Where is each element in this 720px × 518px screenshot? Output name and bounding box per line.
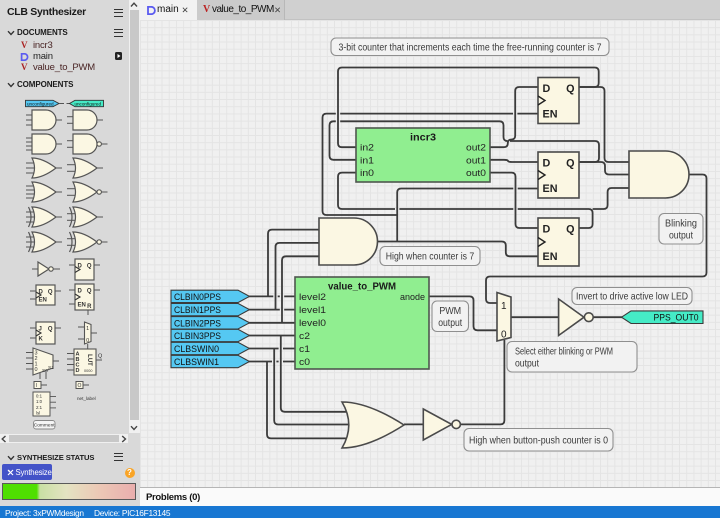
svg-text:D: D — [78, 289, 83, 295]
svg-text:in0: in0 — [360, 168, 374, 178]
svg-text:Q: Q — [87, 264, 92, 270]
svg-text:0: 0 — [86, 338, 89, 344]
svg-text:in1: in1 — [360, 155, 374, 165]
svg-text:output: output — [438, 318, 462, 329]
svg-text:I: I — [36, 383, 37, 389]
svg-text:CLBIN2PPS: CLBIN2PPS — [174, 318, 221, 328]
svg-text:1:0: 1:0 — [36, 399, 43, 404]
svg-text:PWM: PWM — [439, 306, 461, 317]
svg-text:K: K — [39, 337, 44, 343]
svg-text:c2: c2 — [299, 331, 310, 341]
svg-text:Q: Q — [87, 289, 92, 295]
svg-text:CLBIN0PPS: CLBIN0PPS — [174, 292, 221, 302]
svg-text:CLBIN1PPS: CLBIN1PPS — [174, 305, 221, 315]
svg-text:out0: out0 — [466, 168, 486, 178]
svg-text:Q: Q — [566, 158, 574, 170]
svg-text:3-bit counter that increments: 3-bit counter that increments each time … — [339, 42, 602, 53]
svg-text:Q: Q — [566, 83, 574, 95]
svg-text:unconfigured: unconfigured — [27, 102, 54, 107]
svg-text:Invert to drive active low LED: Invert to drive active low LED — [576, 292, 688, 303]
svg-text:EN: EN — [543, 109, 558, 121]
svg-text:Blinking: Blinking — [665, 218, 697, 229]
svg-text:level2: level2 — [299, 292, 326, 302]
svg-text:0000: 0000 — [84, 369, 92, 373]
svg-text:unconfigured: unconfigured — [74, 102, 101, 107]
svg-text:0: 0 — [501, 330, 507, 341]
svg-text:CLBSWIN0: CLBSWIN0 — [174, 344, 219, 354]
svg-text:net_label: net_label — [77, 396, 96, 401]
svg-text:1: 1 — [86, 326, 89, 332]
svg-text:O: O — [78, 383, 82, 389]
svg-text:S1: S1 — [48, 365, 54, 371]
svg-text:LUT: LUT — [86, 354, 92, 366]
svg-text:lsl: lsl — [36, 411, 40, 416]
svg-text:D: D — [76, 368, 80, 374]
svg-text:out2: out2 — [466, 143, 486, 153]
svg-text:output: output — [669, 230, 693, 241]
svg-text:Q: Q — [48, 290, 53, 296]
svg-text:CLBIN3PPS: CLBIN3PPS — [174, 331, 221, 341]
svg-text:value_to_PWM: value_to_PWM — [328, 281, 396, 293]
svg-text:0: 0 — [35, 367, 38, 373]
svg-text:PPS_OUT0: PPS_OUT0 — [654, 313, 699, 323]
svg-text:Q: Q — [98, 354, 103, 360]
svg-text:D: D — [543, 224, 551, 236]
svg-text:High when counter is 7: High when counter is 7 — [386, 252, 475, 263]
svg-text:1: 1 — [501, 301, 507, 312]
svg-text:EN: EN — [78, 303, 86, 309]
svg-text:2:1: 2:1 — [36, 405, 43, 410]
svg-text:Comment: Comment — [34, 423, 55, 429]
svg-text:level1: level1 — [299, 305, 326, 315]
svg-text:output: output — [515, 358, 539, 369]
svg-text:level0: level0 — [299, 318, 326, 328]
svg-text:EN: EN — [543, 183, 558, 195]
svg-text:R: R — [87, 304, 92, 310]
svg-text:c0: c0 — [299, 357, 310, 367]
svg-text:D: D — [543, 83, 551, 95]
svg-text:EN: EN — [543, 251, 558, 263]
svg-text:High when button-push counter: High when button-push counter is 0 — [469, 435, 608, 446]
svg-text:incr3: incr3 — [410, 132, 436, 144]
svg-text:anode: anode — [400, 292, 425, 302]
svg-text:Select either blinking or PWM: Select either blinking or PWM — [515, 346, 613, 357]
svg-text:Q: Q — [48, 327, 53, 333]
svg-text:EN: EN — [39, 298, 47, 304]
svg-text:Q: Q — [566, 224, 574, 236]
svg-text:in2: in2 — [360, 143, 374, 153]
svg-text:c1: c1 — [299, 344, 310, 354]
svg-text:CLBSWIN1: CLBSWIN1 — [174, 357, 219, 367]
svg-text:0:1: 0:1 — [36, 394, 43, 399]
svg-text:D: D — [543, 158, 551, 170]
svg-text:out1: out1 — [466, 155, 486, 165]
